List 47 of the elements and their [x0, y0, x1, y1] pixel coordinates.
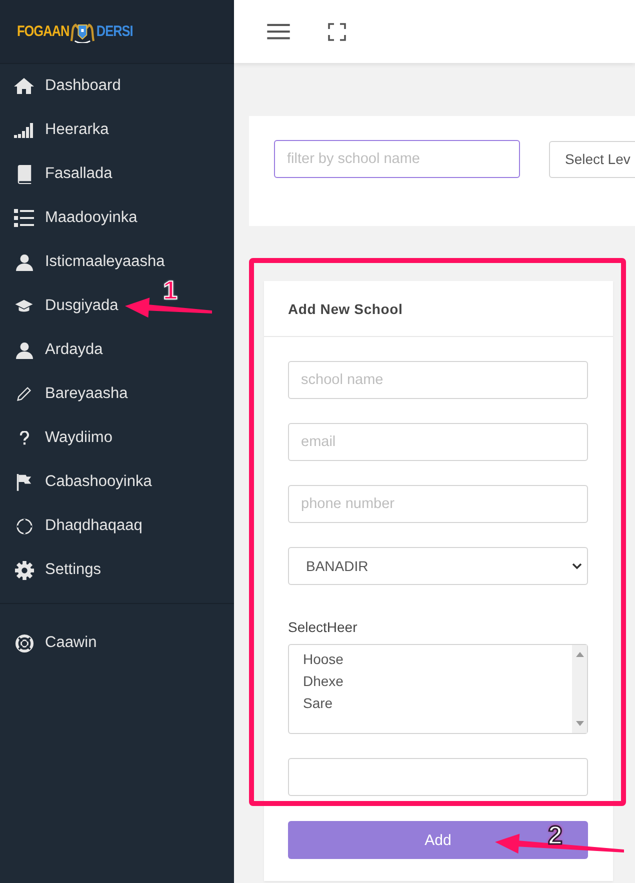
scrollbar[interactable] — [572, 645, 587, 733]
sidebar-item[interactable]: Ardayda — [0, 328, 103, 372]
pencil-icon — [14, 386, 34, 402]
form-title: Add New School — [264, 281, 613, 337]
sidebar-item[interactable]: Isticmaaleyaasha — [0, 240, 165, 284]
input-field[interactable]: phone number — [288, 485, 588, 523]
level-select[interactable]: Select Lev — [549, 140, 635, 178]
sidebar-item[interactable]: Cabashooyinka — [0, 460, 152, 504]
list-icon — [14, 209, 34, 227]
annotation-number: 1 — [163, 276, 178, 304]
list-option[interactable]: Dhexe — [303, 670, 558, 692]
input-field[interactable] — [288, 758, 588, 796]
sidebar-item[interactable]: Waydiimo — [0, 416, 112, 460]
sidebar-item[interactable]: Settings — [0, 548, 102, 592]
field-label: SelectHeer — [288, 619, 358, 635]
graduation-cap-icon — [14, 299, 34, 313]
flag-icon — [14, 473, 34, 491]
sidebar-item[interactable]: Bareyaasha — [0, 372, 128, 416]
input-field[interactable]: email — [288, 423, 588, 461]
list-option[interactable]: Hoose — [303, 648, 558, 670]
annotation-number: 2 — [548, 821, 562, 849]
fullscreen-icon[interactable] — [328, 22, 346, 40]
sidebar-item[interactable]: Heerarka — [0, 108, 109, 152]
sidebar-item[interactable]: Fasallada — [0, 152, 112, 196]
sidebar-item[interactable]: Caawin — [0, 621, 97, 665]
sidebar-item[interactable]: Maadooyinka — [0, 196, 138, 240]
settings-icon — [14, 560, 34, 580]
region-select[interactable]: BANADIR — [288, 547, 588, 585]
sidebar-item[interactable]: Dusgiyada — [0, 284, 118, 328]
sidebar-item[interactable]: Dashboard — [0, 64, 121, 108]
user-icon — [14, 254, 34, 270]
input-field[interactable]: school name — [288, 361, 588, 399]
menu-icon[interactable] — [267, 23, 290, 40]
scroll-up-icon[interactable] — [576, 652, 584, 657]
search-field[interactable]: filter by school name — [274, 140, 520, 178]
home-icon — [14, 77, 34, 95]
chevron-down-icon — [572, 562, 582, 570]
user-icon — [14, 342, 34, 358]
level-listbox[interactable]: Hoose Dhexe Sare — [288, 644, 588, 734]
lifebuoy-icon — [14, 634, 34, 652]
sidebar-item[interactable]: Dhaqdhaqaaq — [0, 504, 142, 548]
emblem-icon — [70, 20, 96, 42]
logo: FOGAAN DERSI — [17, 20, 133, 42]
circle-icon — [14, 518, 34, 534]
list-option[interactable]: Sare — [303, 692, 558, 714]
scroll-down-icon[interactable] — [576, 721, 584, 726]
signal-bars-icon — [14, 122, 34, 138]
